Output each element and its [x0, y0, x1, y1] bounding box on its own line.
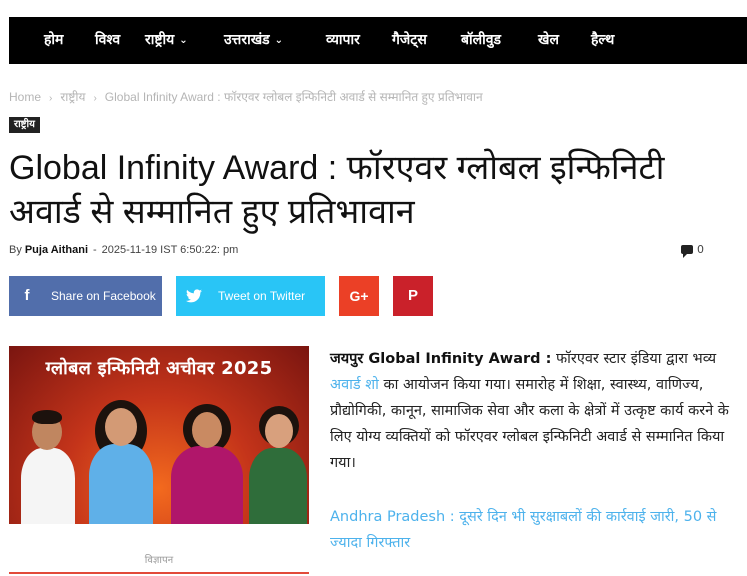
- nav-item-label: बॉलीवुड: [461, 32, 502, 48]
- nav-item-business[interactable]: व्यापार: [326, 17, 360, 64]
- nav-item-label: व्यापार: [326, 32, 360, 48]
- nav-item-label: होम: [44, 32, 64, 48]
- googleplus-icon: G+: [349, 288, 369, 304]
- category-tag[interactable]: राष्ट्रीय: [9, 117, 40, 133]
- advertisement-divider: [9, 572, 309, 574]
- nav-item-home[interactable]: होम: [44, 17, 63, 64]
- featured-image: ग्लोबल इन्फिनिटी अचीवर 2025: [9, 346, 309, 524]
- facebook-icon: f: [24, 287, 30, 304]
- nav-item-health[interactable]: हैल्थ: [591, 17, 614, 64]
- advertisement-label: विज्ञापन: [144, 555, 174, 566]
- award-show-link[interactable]: अवार्ड शो: [330, 377, 379, 393]
- by-label: By: [9, 244, 22, 256]
- body-text-after-link: का आयोजन किया गया। समारोह में शिक्षा, स्…: [330, 377, 729, 471]
- nav-item-label: उत्तराखंड: [224, 32, 270, 48]
- breadcrumb-separator: ›: [49, 93, 53, 104]
- share-twitter-button[interactable]: Tweet on Twitter: [176, 276, 325, 316]
- author-link[interactable]: Puja Aithani: [25, 244, 88, 256]
- body-text-before-link: फॉरएवर स्टार इंडिया द्वारा भव्य: [551, 351, 717, 367]
- nav-item-label: गैजेट्स: [392, 32, 427, 48]
- nav-item-uttarakhand[interactable]: उत्तराखंड ⌄: [224, 17, 283, 64]
- chevron-down-icon: ⌄: [274, 35, 284, 46]
- nav-item-world[interactable]: विश्व: [95, 17, 120, 64]
- related-article-link[interactable]: Andhra Pradesh : दूसरे दिन भी सुरक्षाबलो…: [330, 504, 730, 556]
- breadcrumb-current: Global Infinity Award : फॉरएवर ग्लोबल इन…: [104, 90, 483, 104]
- comments-count-value: 0: [697, 243, 704, 256]
- nav-item-label: हैल्थ: [591, 32, 615, 48]
- twitter-icon: [176, 276, 212, 316]
- pinterest-icon: P: [407, 287, 418, 304]
- share-facebook-label: Share on Facebook: [51, 289, 156, 303]
- page-title: Global Infinity Award : फॉरएवर ग्लोबल इन…: [9, 149, 665, 231]
- comment-icon: [681, 245, 693, 258]
- breadcrumb-separator: ›: [93, 93, 97, 104]
- nav-item-sports[interactable]: खेल: [538, 17, 559, 64]
- nav-item-gadgets[interactable]: गैजेट्स: [392, 17, 427, 64]
- share-pinterest-button[interactable]: P: [393, 276, 433, 316]
- nav-item-national[interactable]: राष्ट्रीय ⌄: [145, 17, 188, 64]
- main-navbar: होम विश्व राष्ट्रीय ⌄ उत्तराखंड ⌄ व्यापार …: [9, 17, 747, 64]
- meta-separator: -: [93, 244, 97, 256]
- post-meta: By Puja Aithani -2025-11-19 IST 6:50:22: p…: [9, 244, 238, 256]
- nav-item-label: राष्ट्रीय: [145, 32, 175, 48]
- breadcrumb: Home › राष्ट्रीय › Global Infinity Award : फ…: [9, 88, 483, 105]
- person-figure: [247, 404, 309, 524]
- person-figure: [17, 406, 79, 524]
- article-body: जयपुर Global Infinity Award : फॉरएवर स्ट…: [330, 346, 740, 476]
- nav-item-label: विश्व: [95, 32, 121, 48]
- lead-bold: जयपुर Global Infinity Award :: [330, 351, 552, 367]
- breadcrumb-home[interactable]: Home: [9, 90, 41, 104]
- person-figure: [169, 402, 245, 524]
- comments-count[interactable]: 0: [681, 243, 704, 258]
- nav-item-label: खेल: [538, 32, 559, 48]
- share-facebook-button[interactable]: f Share on Facebook: [9, 276, 162, 316]
- chevron-down-icon: ⌄: [179, 35, 188, 46]
- share-twitter-label: Tweet on Twitter: [218, 289, 306, 303]
- share-googleplus-button[interactable]: G+: [339, 276, 379, 316]
- featured-image-banner: ग्लोबल इन्फिनिटी अचीवर 2025: [45, 358, 273, 379]
- nav-item-bollywood[interactable]: बॉलीवुड: [461, 17, 501, 64]
- post-date: 2025-11-19 IST 6:50:22: pm: [101, 244, 239, 256]
- person-figure: [85, 398, 157, 524]
- breadcrumb-category[interactable]: राष्ट्रीय: [60, 90, 85, 104]
